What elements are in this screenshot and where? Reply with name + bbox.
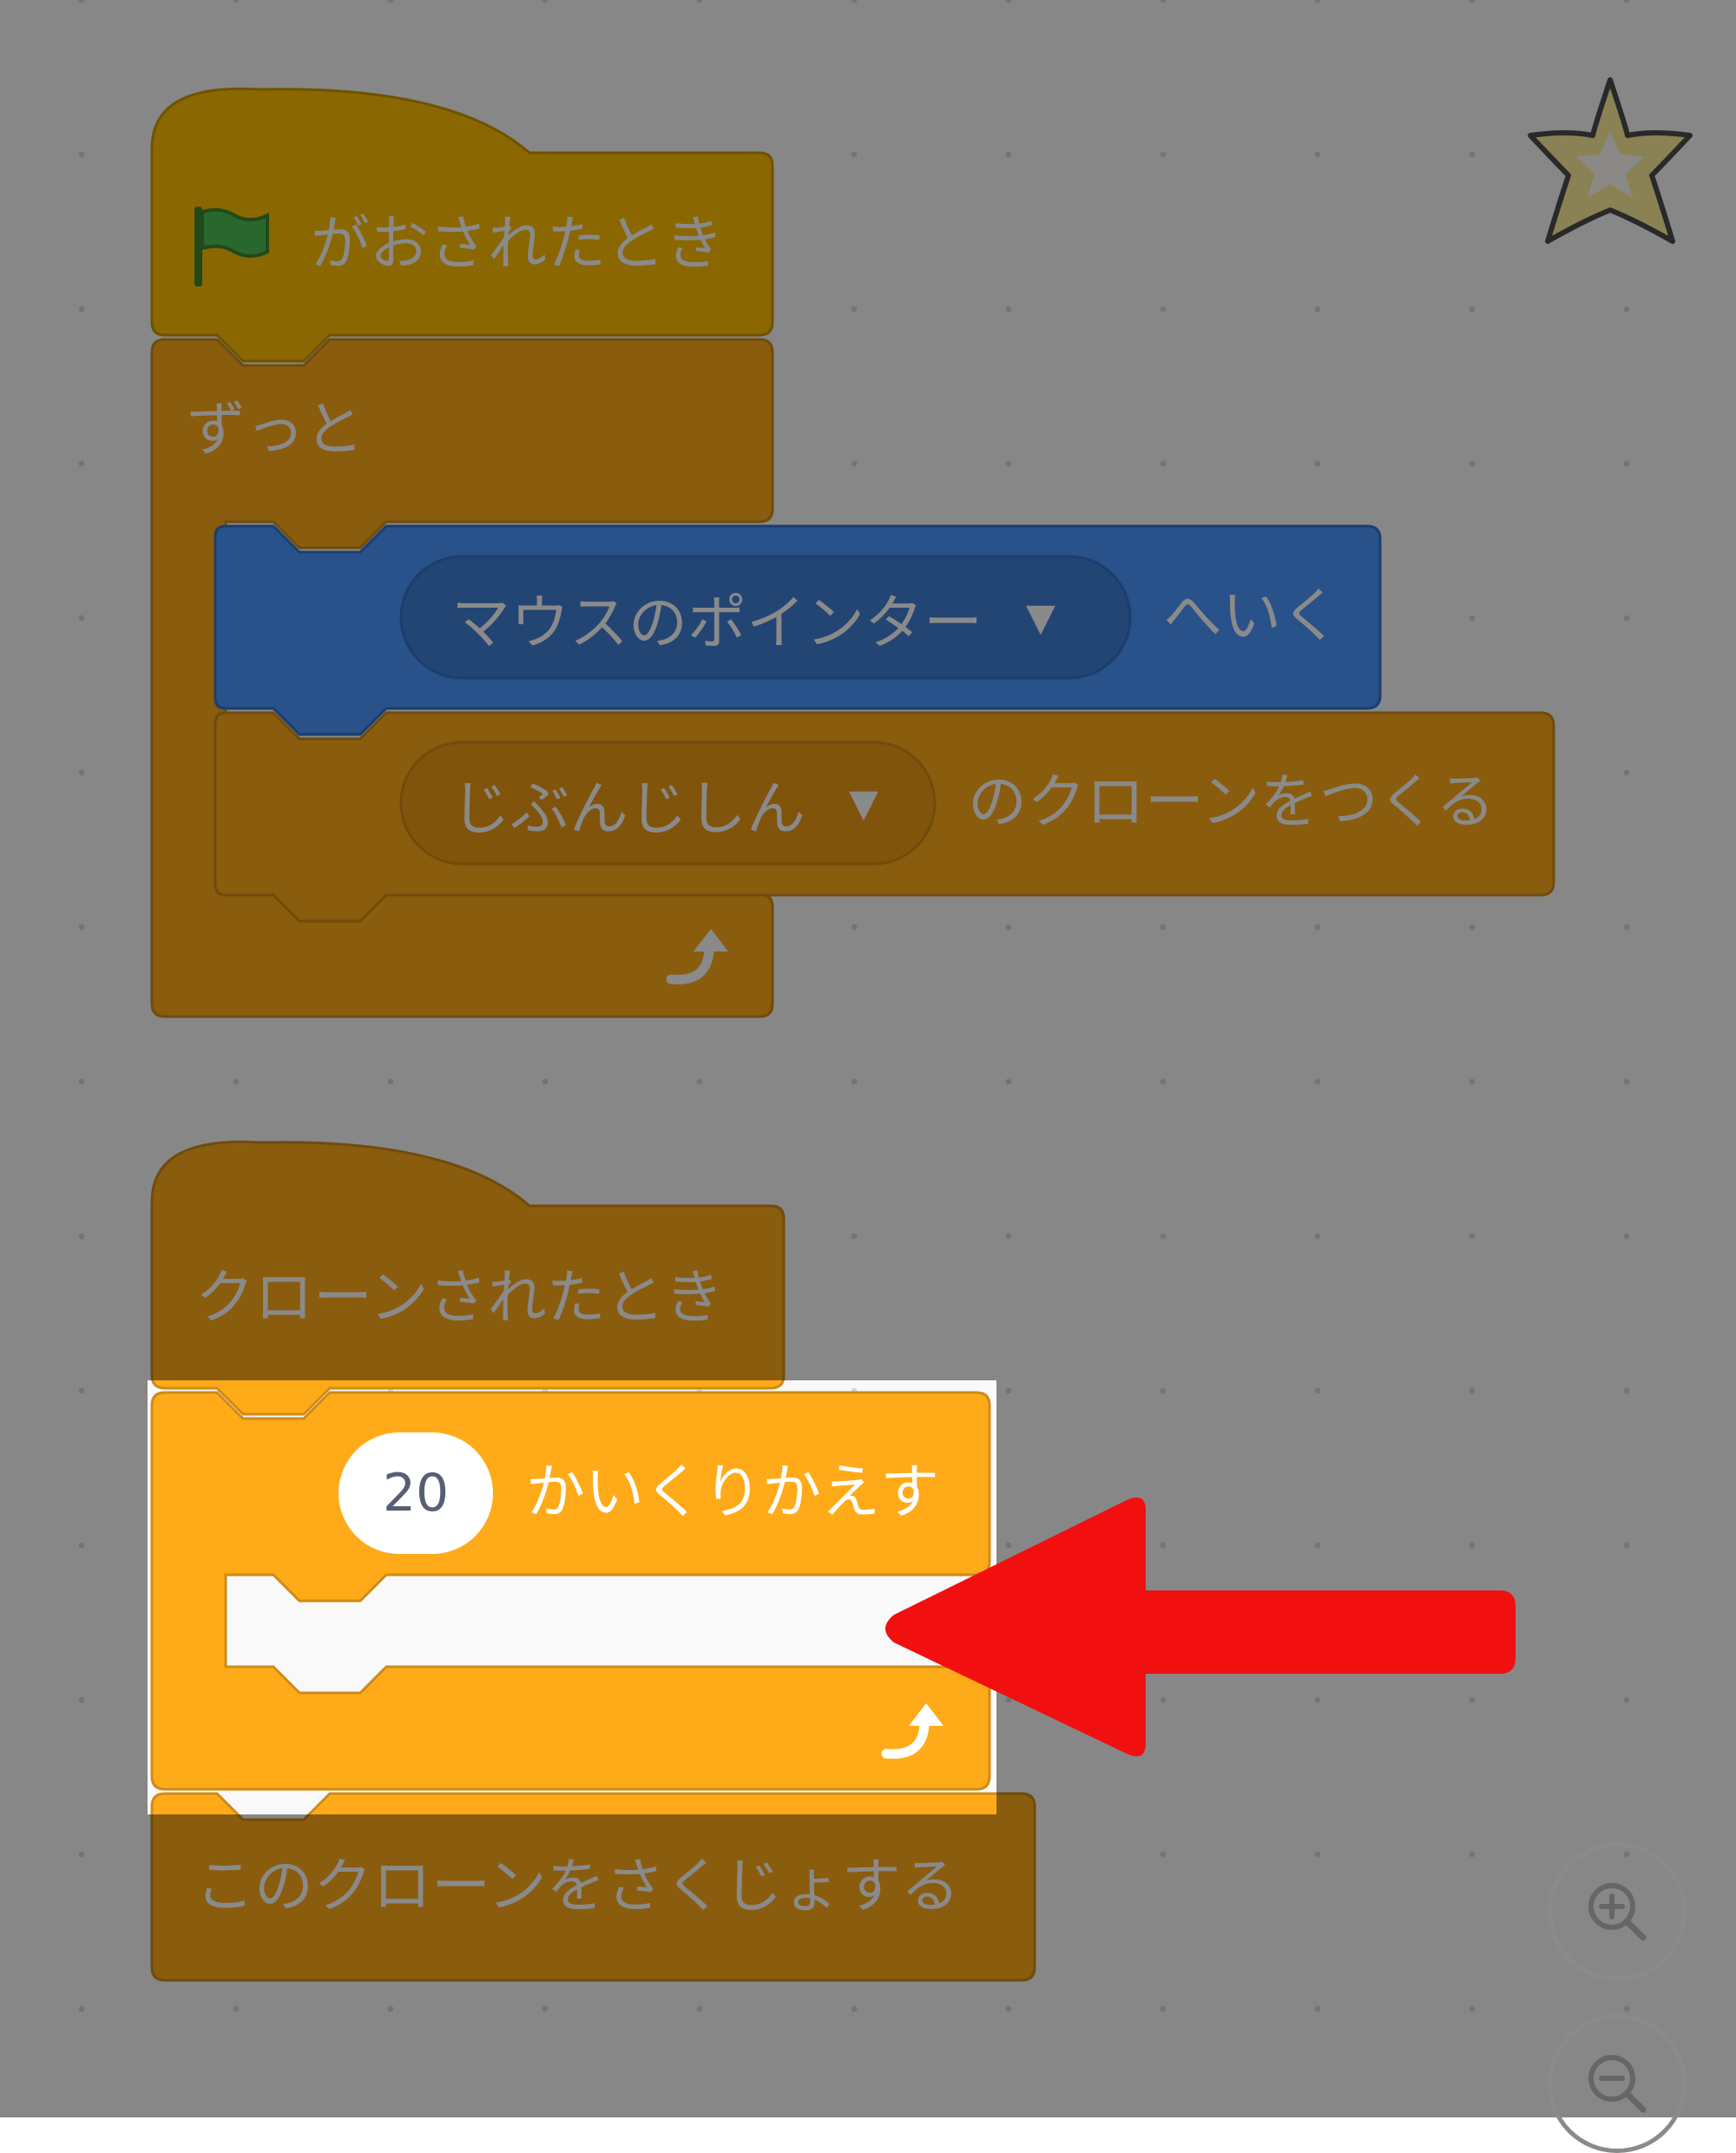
zoom-out-button[interactable] bbox=[1548, 2014, 1687, 2153]
goto-target-dropdown[interactable]: マウスのポインター ▼ bbox=[401, 556, 1130, 678]
delete-clone-label: このクローンをさくじょする bbox=[195, 1853, 960, 1921]
zoom-out-icon bbox=[1588, 2055, 1647, 2113]
repeat-label: かいくりかえす bbox=[526, 1458, 940, 1527]
loop-arrow-icon bbox=[881, 1703, 944, 1759]
when-flag-clicked-label: がおされたとき bbox=[311, 210, 725, 279]
dropdown-caret-icon: ▼ bbox=[1026, 595, 1055, 640]
star-icon[interactable] bbox=[1523, 71, 1706, 253]
zoom-in-button[interactable] bbox=[1548, 1842, 1687, 1981]
repeat-count-input[interactable]: 20 bbox=[339, 1432, 493, 1554]
clone-target-dropdown[interactable]: じぶんじしん ▼ bbox=[401, 742, 935, 864]
goto-suffix-label: へいく bbox=[1163, 583, 1341, 651]
clone-target-value: じぶんじしん bbox=[451, 774, 806, 844]
dropdown-caret-icon: ▼ bbox=[849, 780, 878, 826]
green-flag-icon bbox=[194, 207, 269, 286]
create-clone-suffix-label: のクローンをつくる bbox=[968, 768, 1496, 837]
code-workspace[interactable]: がおされたとき ずっと マウスのポインター ▼ へいく じぶんじしん ▼ のクロ… bbox=[0, 0, 1736, 2117]
zoom-in-icon bbox=[1588, 1883, 1647, 1941]
repeat-block bbox=[150, 1391, 991, 1791]
when-start-as-clone-label: クローンされたとき bbox=[195, 1264, 724, 1333]
goto-target-value: マウスのポインター bbox=[451, 589, 983, 658]
loop-arrow-icon bbox=[666, 929, 728, 984]
forever-label: ずっと bbox=[187, 396, 365, 464]
script-blocks bbox=[150, 87, 1555, 1982]
